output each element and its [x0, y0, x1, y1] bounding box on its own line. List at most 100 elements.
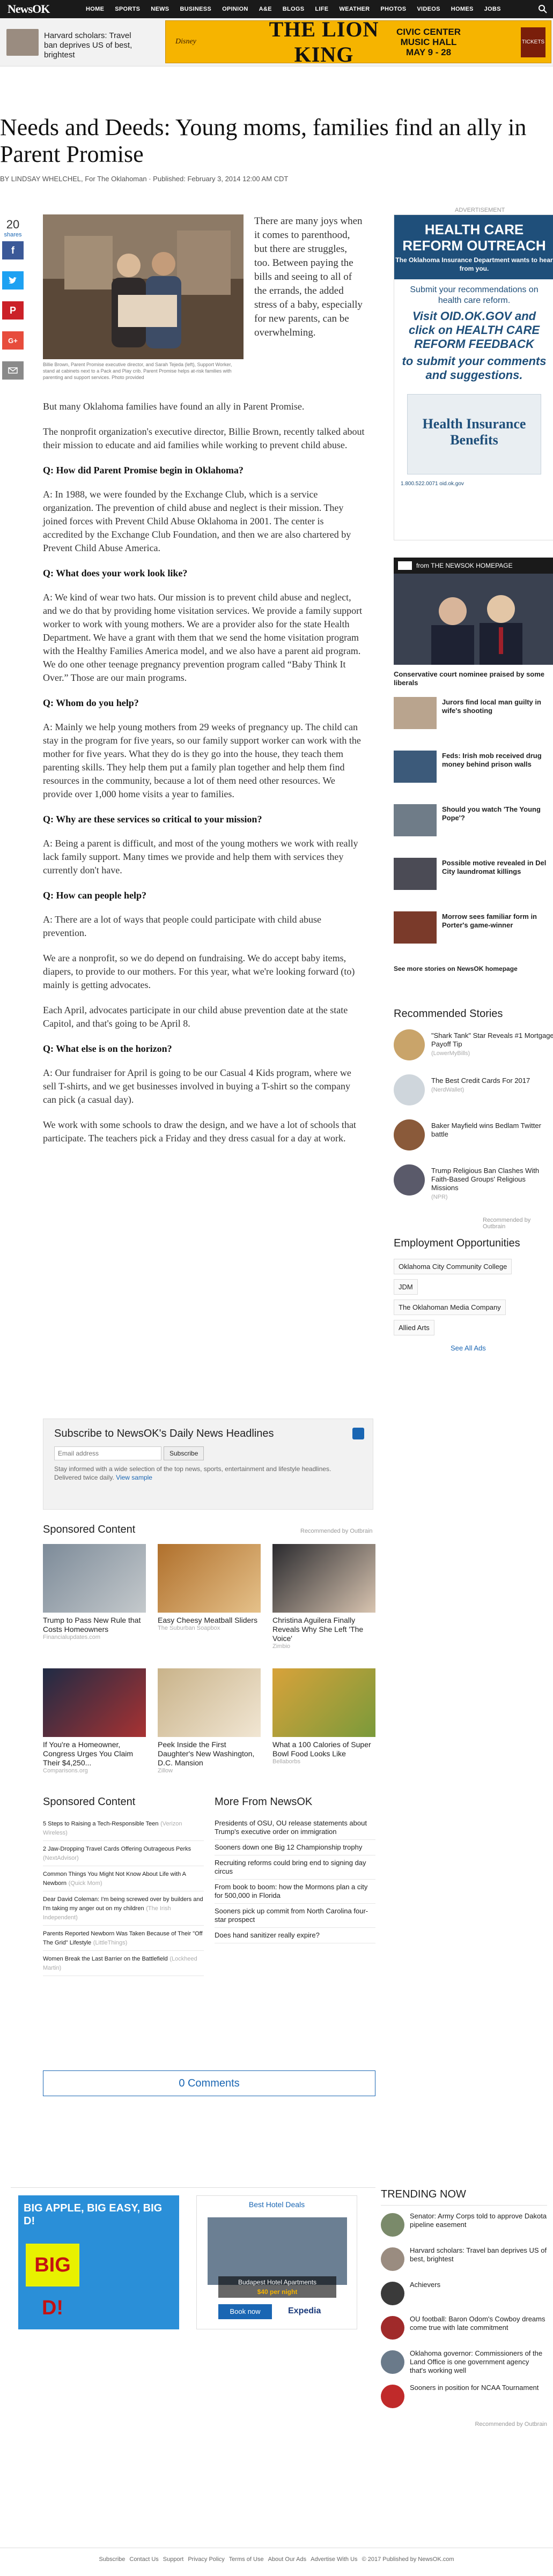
- newsok-more-link[interactable]: See more stories on NewsOK homepage: [394, 965, 518, 973]
- trending-thumb: [381, 2385, 404, 2408]
- outbrain-recommended[interactable]: Recommended by Outbrain: [300, 1528, 373, 1534]
- employment-link[interactable]: Oklahoma City Community College: [394, 1259, 512, 1274]
- pinterest-share-button[interactable]: P: [2, 301, 24, 320]
- sponsored-link[interactable]: Parents Reported Newborn Was Taken Becau…: [43, 1926, 204, 1951]
- googleplus-share-button[interactable]: G+: [2, 331, 24, 350]
- nav-item-ae[interactable]: A&E: [254, 6, 277, 12]
- search-icon[interactable]: [538, 4, 548, 14]
- promo-headline[interactable]: Harvard scholars: Travel ban deprives US…: [44, 31, 146, 60]
- nav-item-life[interactable]: LIFE: [309, 6, 334, 12]
- trending-item[interactable]: Harvard scholars: Travel ban deprives US…: [381, 2246, 547, 2281]
- recommended-source: (LowerMyBills): [431, 1050, 470, 1057]
- trending-outbrain[interactable]: Recommended by Outbrain: [381, 2418, 547, 2427]
- sponsored-card[interactable]: If You're a Homeowner, Congress Urges Yo…: [43, 1668, 146, 1774]
- footer-link[interactable]: About Our Ads: [268, 2556, 307, 2563]
- lion-king-banner-ad[interactable]: Disney THE LION KING CIVIC CENTER MUSIC …: [165, 17, 551, 66]
- sponsored-card[interactable]: Trump to Pass New Rule that Costs Homeow…: [43, 1544, 146, 1640]
- newsok-homepage-bar[interactable]: from THE NEWSOK HOMEPAGE: [394, 558, 553, 574]
- nav-item-videos[interactable]: VIDEOS: [411, 6, 445, 12]
- trending-item[interactable]: Senator: Army Corps told to approve Dako…: [381, 2212, 547, 2246]
- subscribe-button[interactable]: Subscribe: [164, 1446, 204, 1460]
- newsok-story[interactable]: Possible motive revealed in Del City lau…: [394, 858, 553, 892]
- sponsored-link[interactable]: Women Break the Last Barrier on the Batt…: [43, 1951, 204, 1976]
- article-paragraph: The nonprofit organization's executive d…: [43, 426, 365, 450]
- sponsored-card[interactable]: Christina Aguilera Finally Reveals Why S…: [272, 1544, 375, 1650]
- newsok-story[interactable]: Morrow sees familiar form in Porter's ga…: [394, 911, 553, 946]
- sponsored-image: [272, 1668, 375, 1737]
- hotel-deals-ad[interactable]: Best Hotel Deals Budapest Hotel Apartmen…: [196, 2195, 357, 2329]
- footer-link[interactable]: Support: [163, 2556, 184, 2563]
- footer-link[interactable]: Advertise With Us: [311, 2556, 357, 2563]
- trending-item[interactable]: Sooners in position for NCAA Tournament: [381, 2384, 547, 2418]
- newsok-story-thumb: [394, 697, 437, 729]
- newsok-hero-image[interactable]: [394, 574, 553, 665]
- sponsored-link-text: Women Break the Last Barrier on the Batt…: [43, 1956, 168, 1962]
- banner-tickets-button[interactable]: TICKETS: [521, 27, 545, 57]
- sponsored-link[interactable]: Common Things You Might Not Know About L…: [43, 1866, 204, 1891]
- article-photo[interactable]: [43, 214, 244, 359]
- nav-item-opinion[interactable]: OPINION: [217, 6, 254, 12]
- recommended-story[interactable]: The Best Credit Cards For 2017 (NerdWalle…: [394, 1074, 553, 1107]
- sponsored-card[interactable]: Easy Cheesy Meatball Sliders The Suburban…: [158, 1544, 261, 1631]
- sponsored-link[interactable]: 5 Steps to Raising a Tech-Responsible Te…: [43, 1816, 204, 1841]
- banner-brand: Disney: [175, 38, 196, 46]
- newsok-story[interactable]: Should you watch 'The Young Pope'?: [394, 804, 553, 838]
- email-icon: [8, 367, 18, 374]
- trending-item[interactable]: OU football: Baron Odom's Cowboy dreams …: [381, 2315, 547, 2349]
- view-sample-link[interactable]: View sample: [116, 1474, 152, 1481]
- newsok-story[interactable]: Jurors find local man guilty in wife's s…: [394, 697, 553, 731]
- nav-item-news[interactable]: NEWS: [145, 6, 174, 12]
- footer-link[interactable]: Contact Us: [129, 2556, 158, 2563]
- sponsored-card[interactable]: What a 100 Calories of Super Bowl Food L…: [272, 1668, 375, 1765]
- promo-thumbnail[interactable]: [6, 29, 39, 56]
- nav-item-weather[interactable]: WEATHER: [334, 6, 375, 12]
- employment-title: Employment Opportunities: [394, 1237, 520, 1249]
- byline-author[interactable]: BY LINDSAY WHELCHEL, For The Oklahoman: [0, 175, 147, 183]
- health-care-ad[interactable]: HEALTH CARE REFORM OUTREACH The Oklahoma…: [394, 214, 553, 540]
- article-question: Q: How can people help?: [43, 890, 147, 901]
- footer-link[interactable]: Subscribe: [99, 2556, 125, 2563]
- see-all-ads-link[interactable]: See All Ads: [451, 1344, 486, 1352]
- site-logo[interactable]: NewsOK: [0, 2, 80, 16]
- newsok-hero-caption[interactable]: Conservative court nominee praised by so…: [394, 670, 553, 687]
- more-from-link[interactable]: Sooners pick up commit from North Caroli…: [215, 1904, 375, 1928]
- more-from-link[interactable]: Sooners down one Big 12 Championship tro…: [215, 1840, 375, 1855]
- trending-item[interactable]: Achievers: [381, 2281, 547, 2315]
- recommended-story[interactable]: Trump Religious Ban Clashes With Faith-B…: [394, 1164, 553, 1200]
- more-from-link[interactable]: From book to boom: how the Mormons plan …: [215, 1880, 375, 1904]
- trending-item[interactable]: Oklahoma governor: Commissioners of the …: [381, 2349, 547, 2384]
- email-input[interactable]: [54, 1446, 161, 1460]
- nav-item-sports[interactable]: SPORTS: [109, 6, 145, 12]
- employment-link[interactable]: Allied Arts: [394, 1320, 434, 1335]
- nav-item-business[interactable]: BUSINESS: [174, 6, 217, 12]
- footer-link[interactable]: Privacy Policy: [188, 2556, 224, 2563]
- email-share-button[interactable]: [2, 361, 24, 380]
- facebook-share-button[interactable]: f: [2, 241, 24, 259]
- more-from-link[interactable]: Recruiting reforms could bring end to si…: [215, 1855, 375, 1880]
- newsok-story[interactable]: Feds: Irish mob received drug money behi…: [394, 751, 553, 785]
- more-from-link[interactable]: Presidents of OSU, OU release statements…: [215, 1816, 375, 1840]
- nav-item-photos[interactable]: PHOTOS: [375, 6, 411, 12]
- sponsored-image: [158, 1544, 261, 1613]
- recommended-story[interactable]: Baker Mayfield wins Bedlam Twitter battl…: [394, 1119, 553, 1152]
- employment-link[interactable]: JDM: [394, 1279, 418, 1295]
- footer-link[interactable]: Terms of Use: [229, 2556, 264, 2563]
- recommended-outbrain[interactable]: Recommended by Outbrain: [483, 1217, 553, 1230]
- sponsored-link[interactable]: 2 Jaw-Dropping Travel Cards Offering Out…: [43, 1841, 204, 1866]
- more-from-link[interactable]: Does hand sanitizer really expire?: [215, 1928, 375, 1943]
- sponsored-source: Comparisons.org: [43, 1768, 88, 1774]
- sponsored-card[interactable]: Peek Inside the First Daughter's New Was…: [158, 1668, 261, 1774]
- recommended-story[interactable]: "Shark Tank" Star Reveals #1 Mortgage Pa…: [394, 1029, 553, 1061]
- ad-label: ADVERTISEMENT: [455, 207, 505, 213]
- big-apple-ad[interactable]: BIG APPLE, BIG EASY, BIG D! BIG D!: [18, 2195, 179, 2329]
- twitter-share-button[interactable]: [2, 271, 24, 289]
- book-now-button[interactable]: Book now: [218, 2304, 272, 2319]
- nav-item-jobs[interactable]: JOBS: [479, 6, 506, 12]
- comments-button[interactable]: 0 Comments: [43, 2070, 375, 2096]
- employment-link[interactable]: The Oklahoman Media Company: [394, 1300, 506, 1315]
- sponsored-link[interactable]: Dear David Coleman: I'm being screwed ov…: [43, 1891, 204, 1926]
- bottom-ads: BIG APPLE, BIG EASY, BIG D! BIG D! Best …: [11, 2187, 375, 2329]
- nav-item-homes[interactable]: HOMES: [446, 6, 479, 12]
- nav-item-home[interactable]: HOME: [80, 6, 109, 12]
- nav-item-blogs[interactable]: BLOGS: [277, 6, 310, 12]
